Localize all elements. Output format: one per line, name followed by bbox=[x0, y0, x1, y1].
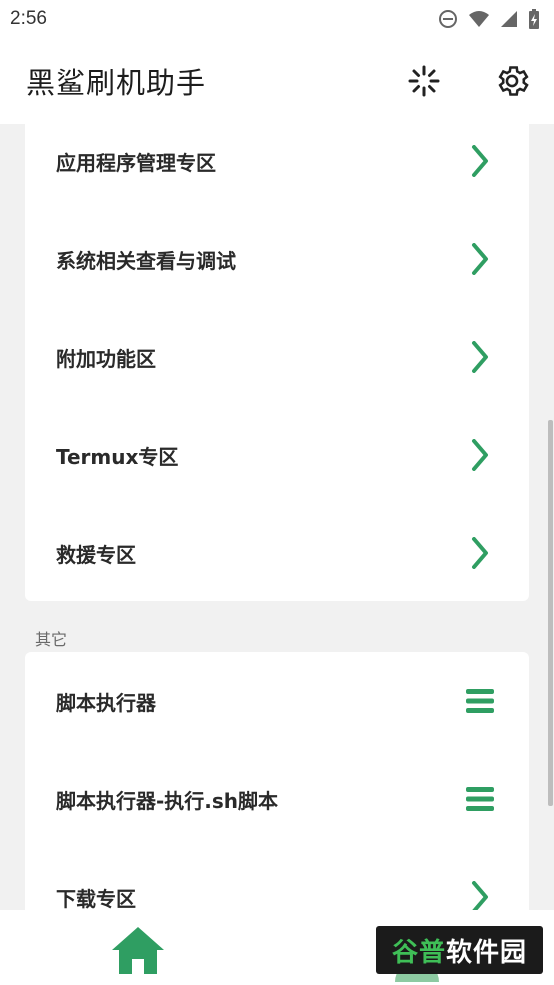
menu-item-label: Termux专区 bbox=[56, 444, 179, 469]
menu-item-label: 脚本执行器 bbox=[56, 690, 156, 715]
menu-card-other: 脚本执行器 脚本执行器-执行.sh脚本 下载专区 bbox=[25, 652, 529, 910]
app-bar: 黑鲨刷机助手 bbox=[0, 38, 554, 124]
do-not-disturb-icon bbox=[438, 9, 458, 29]
chevron-right-icon bbox=[465, 143, 495, 179]
battery-icon bbox=[528, 9, 540, 29]
menu-item-label: 系统相关查看与调试 bbox=[56, 248, 236, 273]
menu-item-system-debug[interactable]: 系统相关查看与调试 bbox=[25, 210, 529, 308]
chevron-right-icon bbox=[465, 535, 495, 571]
menu-item-label: 附加功能区 bbox=[56, 346, 156, 371]
section-header-other: 其它 bbox=[35, 630, 68, 649]
menu-item-label: 救援专区 bbox=[56, 542, 136, 567]
menu-item-rescue[interactable]: 救援专区 bbox=[25, 504, 529, 602]
chevron-right-icon bbox=[465, 879, 495, 910]
status-time: 2:56 bbox=[10, 8, 47, 29]
menu-icon bbox=[465, 781, 495, 817]
menu-icon bbox=[465, 683, 495, 719]
menu-item-downloads[interactable]: 下载专区 bbox=[25, 848, 529, 910]
watermark-text-white: 软件园 bbox=[446, 937, 528, 968]
gear-icon[interactable] bbox=[492, 61, 532, 101]
watermark-logo: 谷普 软件园 bbox=[376, 926, 543, 974]
home-icon[interactable] bbox=[110, 924, 166, 976]
wifi-icon bbox=[468, 10, 490, 28]
spinner-icon[interactable] bbox=[404, 61, 444, 101]
menu-item-script-runner-sh[interactable]: 脚本执行器-执行.sh脚本 bbox=[25, 750, 529, 848]
status-bar: 2:56 bbox=[0, 0, 554, 38]
menu-item-app-management[interactable]: 应用程序管理专区 bbox=[25, 124, 529, 210]
menu-card-main: 应用程序管理专区 系统相关查看与调试 附加功能区 Termux专区 救援专区 bbox=[25, 124, 529, 601]
menu-item-label: 脚本执行器-执行.sh脚本 bbox=[56, 788, 279, 813]
app-title: 黑鲨刷机助手 bbox=[26, 66, 207, 100]
chevron-right-icon bbox=[465, 437, 495, 473]
menu-item-script-runner[interactable]: 脚本执行器 bbox=[25, 652, 529, 750]
bottom-nav: 谷普 软件园 bbox=[0, 910, 554, 985]
menu-item-label: 下载专区 bbox=[56, 886, 136, 911]
chevron-right-icon bbox=[465, 339, 495, 375]
watermark-text-green: 谷普 bbox=[391, 937, 446, 968]
app-actions bbox=[404, 61, 532, 101]
status-icons bbox=[438, 9, 540, 29]
content-scroll[interactable]: 应用程序管理专区 系统相关查看与调试 附加功能区 Termux专区 救援专区 其… bbox=[0, 124, 554, 910]
menu-item-termux[interactable]: Termux专区 bbox=[25, 406, 529, 504]
scrollbar[interactable] bbox=[548, 420, 553, 806]
chevron-right-icon bbox=[465, 241, 495, 277]
cell-signal-icon bbox=[500, 10, 518, 28]
menu-item-extra-features[interactable]: 附加功能区 bbox=[25, 308, 529, 406]
menu-item-label: 应用程序管理专区 bbox=[56, 150, 216, 175]
